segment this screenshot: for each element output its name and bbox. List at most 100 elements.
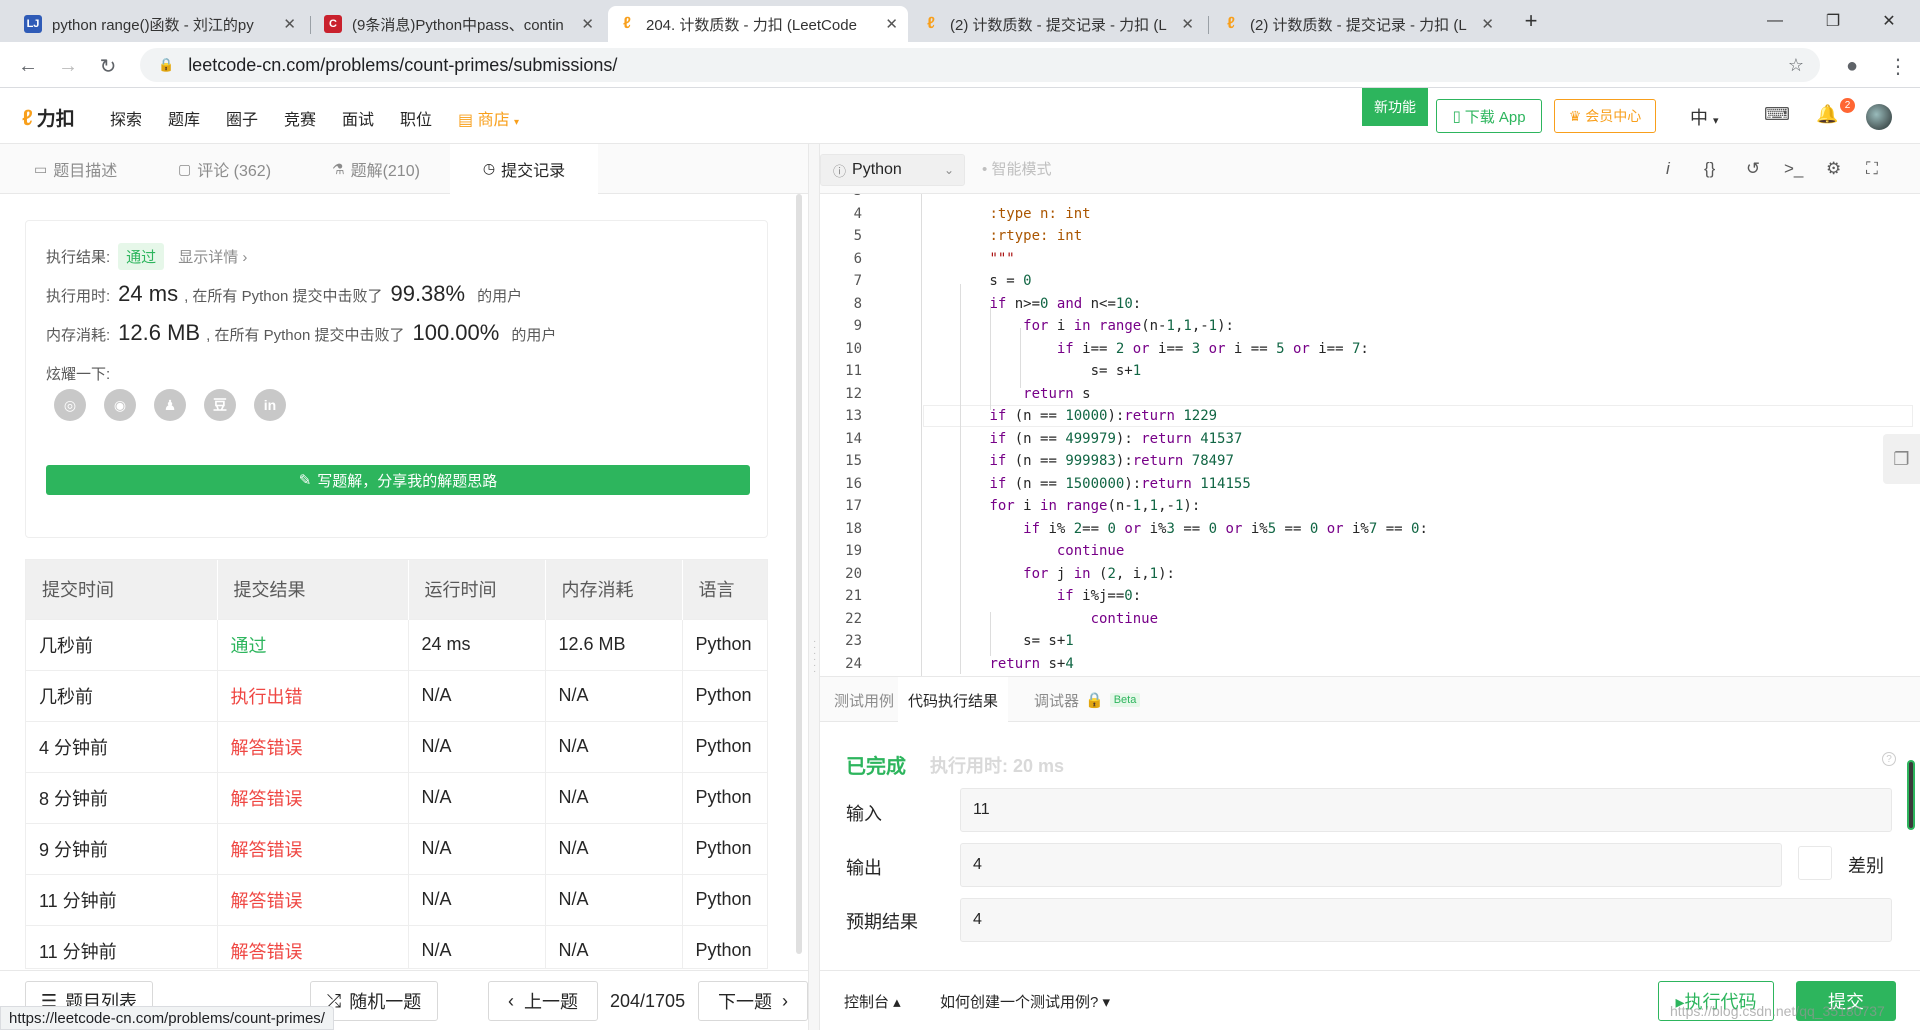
input-value-box[interactable]: 11 xyxy=(960,788,1892,832)
browser-menu-icon[interactable]: ⋮ xyxy=(1884,52,1912,80)
next-problem-button[interactable]: 下一题 › xyxy=(698,981,808,1021)
close-tab-icon[interactable]: ✕ xyxy=(581,15,594,33)
terminal-icon[interactable]: >_ xyxy=(1784,159,1803,179)
code-line[interactable]: if i% 2== 0 or i%3 == 0 or i%5 == 0 or i… xyxy=(922,518,1428,541)
code-line[interactable]: continue xyxy=(922,540,1124,563)
new-feature-badge[interactable]: 新功能 xyxy=(1362,88,1428,126)
nav-interview[interactable]: 面试 xyxy=(342,106,374,130)
code-line[interactable]: if (n == 1500000):return 114155 xyxy=(922,473,1250,496)
back-arrow-icon[interactable]: ← xyxy=(14,52,42,80)
info-icon[interactable]: i xyxy=(1666,159,1670,179)
weibo-icon[interactable]: ◉ xyxy=(104,389,136,421)
pane-resize-handle[interactable]: · · · · · · xyxy=(808,144,820,1030)
url-input[interactable]: 🔒 leetcode-cn.com/problems/count-primes/… xyxy=(140,48,1820,82)
expected-value-box[interactable]: 4 xyxy=(960,898,1892,942)
right-pane-scrollbar[interactable] xyxy=(1907,760,1915,830)
douban-icon[interactable]: 豆 xyxy=(204,389,236,421)
show-details-link[interactable]: 显示详情 › xyxy=(178,246,247,267)
restore-icon[interactable]: ❐ xyxy=(1810,6,1856,36)
code-line[interactable]: """ xyxy=(922,248,1014,271)
browser-tab-1[interactable]: LJ python range()函数 - 刘江的py ✕ xyxy=(14,6,306,42)
code-line[interactable]: if (n == 999983):return 78497 xyxy=(922,450,1233,473)
avatar[interactable] xyxy=(1866,104,1892,130)
close-tab-icon[interactable]: ✕ xyxy=(1181,15,1194,33)
submission-result-cell[interactable]: 解答错误 xyxy=(217,771,409,823)
table-row[interactable]: 11 分钟前 解答错误 N/A N/A Python xyxy=(26,924,767,968)
nav-jobs[interactable]: 职位 xyxy=(400,106,432,130)
fullscreen-icon[interactable]: ⛶ xyxy=(1866,159,1878,179)
left-pane-scrollbar[interactable] xyxy=(796,194,802,954)
diff-toggle[interactable] xyxy=(1798,846,1832,880)
nav-store[interactable]: ▤ 商店 ▾ xyxy=(458,106,519,130)
nav-problems[interactable]: 题库 xyxy=(168,106,200,130)
smart-mode-toggle[interactable]: • 智能模式 xyxy=(982,158,1051,179)
console-toggle[interactable]: 控制台 ▴ xyxy=(844,991,901,1012)
code-line[interactable]: if i%j==0: xyxy=(922,585,1141,608)
create-testcase-help[interactable]: 如何创建一个测试用例? ▾ xyxy=(940,991,1110,1012)
browser-tab-3-active[interactable]: ℓ 204. 计数质数 - 力扣 (LeetCode ✕ xyxy=(608,6,908,42)
code-line[interactable]: s = 0 xyxy=(922,270,1031,293)
code-line[interactable]: s= s+1 xyxy=(922,630,1074,653)
close-tab-icon[interactable]: ✕ xyxy=(1481,15,1494,33)
code-line[interactable]: if n>=0 and n<=10: xyxy=(922,293,1141,316)
output-value-box[interactable]: 4 xyxy=(960,843,1782,887)
minimize-icon[interactable]: — xyxy=(1752,6,1798,36)
download-app-button[interactable]: ▯ 下载 App xyxy=(1436,99,1542,133)
submission-result-cell[interactable]: 解答错误 xyxy=(217,924,409,968)
nav-circle[interactable]: 圈子 xyxy=(226,106,258,130)
code-editor[interactable]: 3 4 5 6 7 8 9 10 11 12 13 14 15 16 17 18 19 20 21 22 23 24 :t… xyxy=(820,194,1920,676)
reload-icon[interactable]: ↻ xyxy=(94,52,122,80)
submission-result-cell[interactable]: 通过 xyxy=(217,618,409,670)
code-line[interactable]: :type n: int xyxy=(922,203,1090,226)
code-line[interactable]: return s xyxy=(922,383,1090,406)
settings-icon[interactable]: ⚙ xyxy=(1826,159,1841,179)
code-line[interactable]: s= s+1 xyxy=(922,360,1142,383)
column-header-result[interactable]: 提交结果 xyxy=(217,560,409,619)
bell-icon[interactable]: 🔔 xyxy=(1816,104,1838,125)
code-line[interactable]: return s+4 xyxy=(922,653,1073,676)
linkedin-icon[interactable]: in xyxy=(254,389,286,421)
table-row[interactable]: 8 分钟前 解答错误 N/A N/A Python xyxy=(26,771,767,823)
close-window-icon[interactable]: ✕ xyxy=(1866,6,1912,36)
tab-testcase[interactable]: 测试用例 xyxy=(834,677,894,723)
browser-tab-5[interactable]: ℓ (2) 计数质数 - 提交记录 - 力扣 (L ✕ xyxy=(1212,6,1504,42)
braces-icon[interactable]: {} xyxy=(1704,159,1715,179)
column-header-memory[interactable]: 内存消耗 xyxy=(545,560,683,619)
submission-result-cell[interactable]: 解答错误 xyxy=(217,822,409,874)
table-row[interactable]: 9 分钟前 解答错误 N/A N/A Python xyxy=(26,822,767,874)
reset-icon[interactable]: ↺ xyxy=(1746,159,1760,179)
language-select[interactable]: ⓘ Python ⌄ xyxy=(820,154,965,186)
vip-center-button[interactable]: ♛ 会员中心 xyxy=(1554,99,1656,133)
tab-debugger[interactable]: 调试器 🔒 Beta xyxy=(1034,677,1141,723)
nav-explore[interactable]: 探索 xyxy=(110,106,142,130)
bookmark-star-icon[interactable]: ☆ xyxy=(1788,55,1804,76)
code-line[interactable]: if (n == 10000):return 1229 xyxy=(922,405,1217,428)
wechat-icon[interactable]: ◎ xyxy=(54,389,86,421)
table-row[interactable]: 4 分钟前 解答错误 N/A N/A Python xyxy=(26,720,767,772)
tab-submissions[interactable]: ◷ 提交记录 xyxy=(450,144,598,194)
tab-solutions[interactable]: ⚗ 题解(210) xyxy=(332,144,420,194)
browser-tab-2[interactable]: C (9条消息)Python中pass、contin ✕ xyxy=(314,6,604,42)
browser-tab-4[interactable]: ℓ (2) 计数质数 - 提交记录 - 力扣 (L ✕ xyxy=(912,6,1204,42)
playground-icon[interactable]: ⌨ xyxy=(1764,104,1790,125)
tab-run-result[interactable]: 代码执行结果 xyxy=(898,677,1009,723)
tab-comments[interactable]: ▢ 评论 (362) xyxy=(178,144,271,194)
table-row[interactable]: 几秒前 通过 24 ms 12.6 MB Python xyxy=(26,618,767,670)
code-line[interactable]: for i in range(n-1,1,-1): xyxy=(922,315,1234,338)
leetcode-logo[interactable]: ℓ 力扣 xyxy=(22,104,75,131)
write-solution-button[interactable]: ✎ 写题解，分享我的解题思路 xyxy=(46,465,750,495)
new-tab-button[interactable]: + xyxy=(1508,6,1554,36)
forward-arrow-icon[interactable]: → xyxy=(54,52,82,80)
code-line[interactable]: :rtype: int xyxy=(922,225,1082,248)
nav-contest[interactable]: 竞赛 xyxy=(284,106,316,130)
code-line[interactable]: continue xyxy=(922,608,1158,631)
close-tab-icon[interactable]: ✕ xyxy=(885,15,898,33)
column-header-language[interactable]: 语言 xyxy=(682,560,767,619)
code-line[interactable]: if (n == 499979): return 41537 xyxy=(922,428,1242,451)
table-row[interactable]: 几秒前 执行出错 N/A N/A Python xyxy=(26,669,767,721)
prev-problem-button[interactable]: ‹ 上一题 xyxy=(488,981,598,1021)
submission-result-cell[interactable]: 执行出错 xyxy=(217,669,409,721)
qq-icon[interactable]: ♟ xyxy=(154,389,186,421)
close-tab-icon[interactable]: ✕ xyxy=(283,15,296,33)
submission-result-cell[interactable]: 解答错误 xyxy=(217,873,409,925)
